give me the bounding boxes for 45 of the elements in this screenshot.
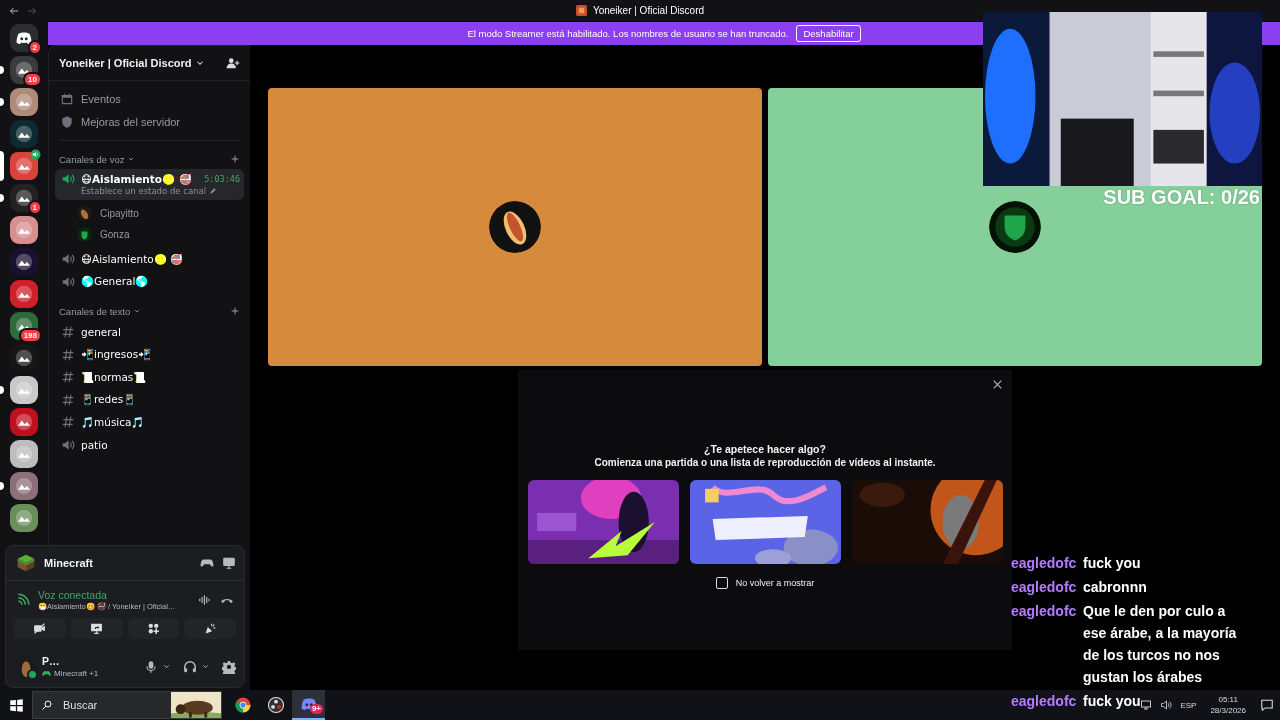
channel-item[interactable]: 🌎General🌎 bbox=[55, 270, 244, 293]
connection-status: Voz conectada bbox=[38, 589, 108, 601]
voice-member[interactable]: Cipayitto bbox=[49, 203, 250, 224]
banner-message: El modo Streamer está habilitado. Los nombres de usuario se han truncado. bbox=[467, 28, 789, 39]
game-name: Minecraft bbox=[44, 557, 94, 569]
sidebar-item[interactable]: Eventos bbox=[59, 87, 240, 110]
chat-message: fuck you bbox=[1083, 692, 1141, 711]
disable-button[interactable]: Deshabilitar bbox=[796, 25, 861, 42]
clock-date: 28/3/2026 bbox=[1210, 706, 1246, 715]
channel-item[interactable]: 😷Aislamiento🥴 🚭 bbox=[55, 248, 244, 271]
voice-member[interactable]: Gonza bbox=[49, 224, 250, 245]
modal-subtitle: Comienza una partida o una lista de reproducción de vídeos al instante. bbox=[594, 457, 936, 468]
channel-item[interactable]: 📜normas📜 bbox=[55, 366, 244, 389]
clock-time: 05:11 bbox=[1218, 695, 1238, 704]
channel-item[interactable]: 📲ingresos📲 bbox=[55, 343, 244, 366]
user-activity: Minecraft +1 bbox=[54, 669, 99, 678]
channel-item[interactable]: 📱redes📱 bbox=[55, 388, 244, 411]
chat-message: fuck you bbox=[1083, 554, 1141, 573]
mention-count: 198 bbox=[18, 328, 42, 343]
username: P… bbox=[42, 655, 61, 667]
chat-username: eagledofc bbox=[1011, 602, 1077, 621]
search-input[interactable]: Buscar bbox=[61, 698, 163, 712]
checkbox-label: No volver a mostrar bbox=[735, 578, 815, 588]
language-indicator[interactable]: ESP bbox=[1180, 700, 1197, 710]
mention-count: 10 bbox=[23, 72, 42, 87]
server-menu-button[interactable]: Yoneiker | Oficial Discord bbox=[59, 57, 206, 69]
call-timer: 5:03:46 bbox=[204, 174, 240, 184]
modal-title: ¿Te apetece hacer algo? bbox=[704, 443, 826, 455]
window-title: Yoneiker | Oficial Discord bbox=[592, 5, 705, 16]
channel-item[interactable]: general bbox=[55, 321, 244, 344]
chat-username: eagledofc bbox=[1011, 578, 1077, 597]
sidebar-item[interactable]: Mejoras del servidor bbox=[59, 110, 240, 133]
search-bar[interactable]: Buscar bbox=[32, 691, 222, 719]
chat-username: eagledofc bbox=[1011, 692, 1077, 711]
category-header[interactable]: Canales de voz bbox=[59, 153, 136, 165]
category-header[interactable]: Canales de texto bbox=[59, 305, 142, 317]
notification-badge: 9+ bbox=[309, 704, 323, 714]
channel-status: Establece un estado de canal bbox=[81, 186, 207, 196]
taskbar-button[interactable]: 9+ bbox=[292, 690, 325, 720]
sub-goal-text: SUB GOAL: 0/26 bbox=[1103, 186, 1260, 208]
channel-item[interactable]: 😷Aislamiento🥴 🚭 5:03:46 Establece un estado de canal bbox=[55, 169, 244, 200]
chat-message: cabronnn bbox=[1083, 578, 1147, 597]
channel-item[interactable]: patio bbox=[55, 433, 244, 456]
chat-username: eagledofc bbox=[1011, 554, 1077, 573]
channel-item[interactable]: 🎵música🎵 bbox=[55, 411, 244, 434]
